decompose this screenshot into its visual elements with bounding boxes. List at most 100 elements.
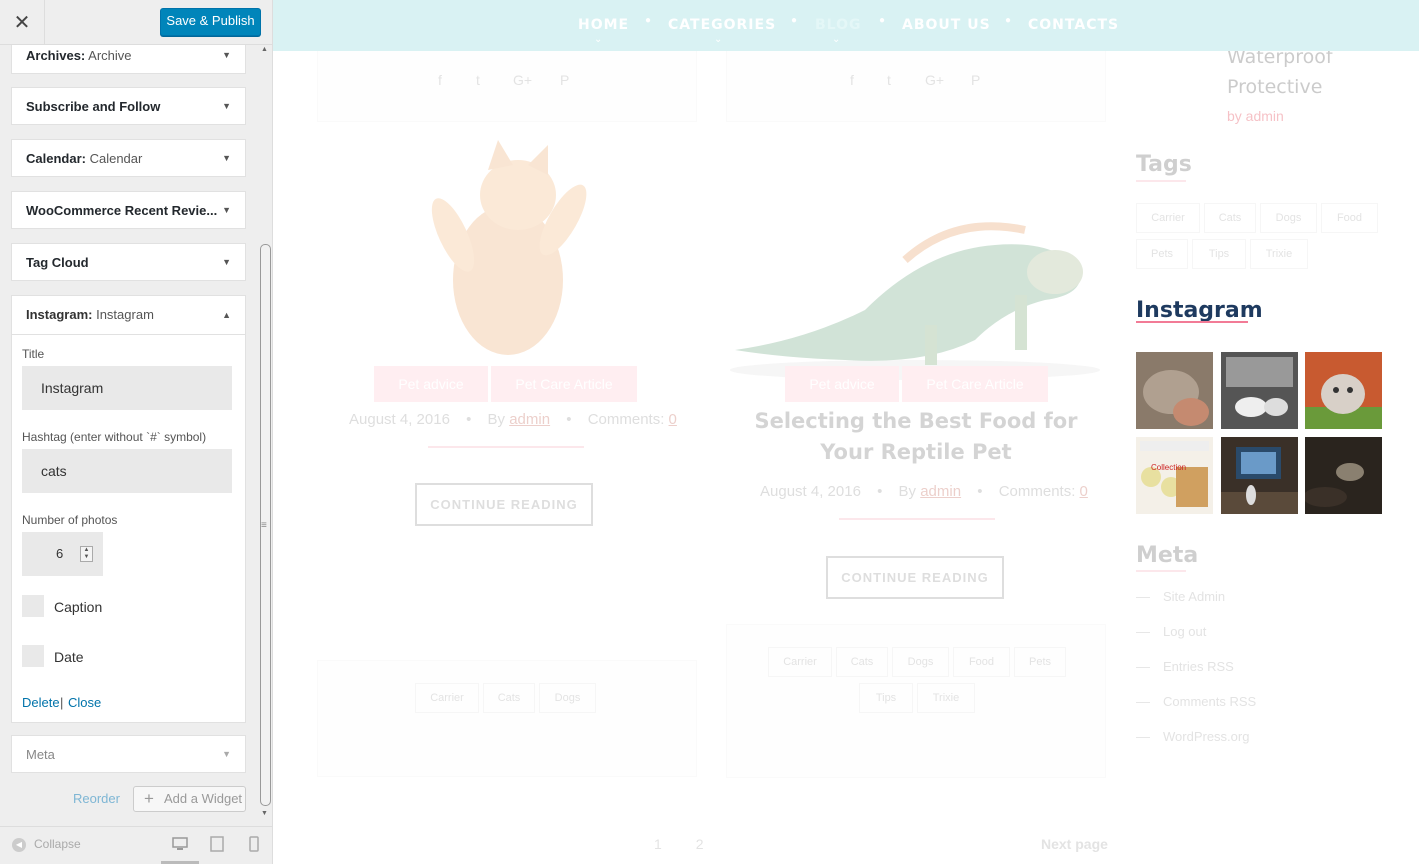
- caption-checkbox[interactable]: [22, 595, 44, 617]
- widget-tag-cloud[interactable]: Tag Cloud ▼: [11, 243, 246, 281]
- meta-link-site-admin[interactable]: Site Admin: [1163, 589, 1225, 604]
- list-dash: [1136, 737, 1150, 738]
- tag-pill[interactable]: Cats: [483, 683, 535, 713]
- comments-label: Comments:: [587, 411, 665, 428]
- chevron-down-icon[interactable]: ▼: [222, 192, 231, 228]
- title-label: Title: [22, 347, 45, 361]
- tag-pill[interactable]: Food: [953, 647, 1010, 677]
- tag-pill[interactable]: Trixie: [1250, 239, 1308, 269]
- nav-separator-dot: ●: [645, 15, 652, 26]
- meta-link-log-out[interactable]: Log out: [1163, 624, 1206, 639]
- iguana-image[interactable]: [725, 200, 1105, 380]
- category-badge[interactable]: Pet Care Article: [491, 366, 637, 402]
- google-plus-icon[interactable]: G+: [925, 72, 944, 88]
- nav-blog[interactable]: BLOG: [815, 17, 862, 33]
- sidebar-scrollbar[interactable]: ▲ ▼: [258, 44, 272, 820]
- post-title[interactable]: Selecting the Best Food for Your Reptile…: [736, 406, 1096, 468]
- chevron-down-icon[interactable]: ▼: [222, 244, 231, 280]
- meta-link-entries-rss[interactable]: Entries RSS: [1163, 659, 1234, 674]
- continue-reading-button[interactable]: CONTINUE READING: [826, 556, 1004, 599]
- tag-pill[interactable]: Pets: [1136, 239, 1188, 269]
- tag-pill[interactable]: Carrier: [768, 647, 832, 677]
- chevron-down-icon[interactable]: ▼: [222, 88, 231, 124]
- comments-count-link[interactable]: 0: [1080, 483, 1088, 500]
- facebook-icon[interactable]: f: [438, 72, 442, 88]
- tag-pill[interactable]: Carrier: [1136, 203, 1200, 233]
- tag-pill[interactable]: Cats: [836, 647, 888, 677]
- number-spinner-icon[interactable]: ▲ ▼: [80, 546, 93, 562]
- save-publish-button[interactable]: Save & Publish: [160, 8, 261, 36]
- widget-calendar[interactable]: Calendar: Calendar ▼: [11, 139, 246, 177]
- collapse-button[interactable]: ◀ Collapse: [12, 837, 81, 852]
- tag-pill[interactable]: Trixie: [917, 683, 975, 713]
- add-widget-button[interactable]: + Add a Widget: [133, 786, 246, 812]
- kitten-image[interactable]: [413, 140, 603, 365]
- photos-number-input[interactable]: 6 ▲ ▼: [22, 532, 103, 576]
- widget-woocommerce-reviews[interactable]: WooCommerce Recent Revie... ▼: [11, 191, 246, 229]
- instagram-photo[interactable]: [1136, 352, 1213, 429]
- category-badge[interactable]: Pet advice: [374, 366, 488, 402]
- scroll-down-icon[interactable]: ▼: [261, 810, 268, 817]
- list-dash: [1136, 702, 1150, 703]
- instagram-photo[interactable]: [1221, 352, 1298, 429]
- chevron-down-icon[interactable]: ▼: [222, 140, 231, 176]
- tag-pill[interactable]: Tips: [1192, 239, 1246, 269]
- date-checkbox[interactable]: [22, 645, 44, 667]
- page-2-link[interactable]: 2: [696, 836, 704, 852]
- instagram-photo[interactable]: [1221, 437, 1298, 514]
- next-page-link[interactable]: Next page: [1041, 836, 1108, 852]
- tag-pill[interactable]: Cats: [1204, 203, 1256, 233]
- tag-pill[interactable]: Food: [1321, 203, 1378, 233]
- post-author-link[interactable]: admin: [920, 483, 961, 500]
- pinterest-icon[interactable]: P: [971, 72, 980, 88]
- twitter-icon[interactable]: t: [887, 72, 891, 88]
- widget-name: Meta: [26, 747, 55, 762]
- nav-contacts[interactable]: CONTACTS: [1028, 17, 1119, 33]
- widget-name: Instagram:: [26, 307, 93, 322]
- google-plus-icon[interactable]: G+: [513, 72, 532, 88]
- widget-instagram-header[interactable]: Instagram: Instagram ▲: [12, 296, 245, 335]
- widget-meta[interactable]: Meta ▼: [11, 735, 246, 773]
- mobile-preview-icon[interactable]: [245, 835, 263, 853]
- delete-link[interactable]: Delete: [22, 695, 60, 710]
- continue-reading-button[interactable]: CONTINUE READING: [415, 483, 593, 526]
- tag-pill[interactable]: Dogs: [1260, 203, 1317, 233]
- meta-link-comments-rss[interactable]: Comments RSS: [1163, 694, 1256, 709]
- desktop-preview-icon[interactable]: [171, 835, 189, 853]
- post-author-link[interactable]: admin: [509, 411, 550, 428]
- page-1-link[interactable]: 1: [654, 836, 662, 852]
- widget-subscribe-follow[interactable]: Subscribe and Follow ▼: [11, 87, 246, 125]
- pinterest-icon[interactable]: P: [560, 72, 569, 88]
- nav-home[interactable]: HOME: [578, 17, 629, 33]
- facebook-icon[interactable]: f: [850, 72, 854, 88]
- post-date: August 4, 2016: [760, 483, 861, 500]
- meta-dot: •: [977, 483, 983, 500]
- nav-about-us[interactable]: ABOUT US: [902, 17, 991, 33]
- close-icon[interactable]: ✕: [0, 0, 45, 44]
- close-link[interactable]: Close: [68, 695, 101, 710]
- twitter-icon[interactable]: t: [476, 72, 480, 88]
- chevron-down-icon[interactable]: ▼: [222, 736, 231, 773]
- chevron-up-icon[interactable]: ▲: [222, 296, 231, 334]
- scroll-up-icon[interactable]: ▲: [261, 46, 268, 53]
- category-badge[interactable]: Pet Care Article: [902, 366, 1048, 402]
- instagram-photo[interactable]: [1305, 437, 1382, 514]
- tablet-preview-icon[interactable]: [208, 835, 226, 853]
- title-input[interactable]: Instagram: [22, 366, 232, 410]
- instagram-photo[interactable]: Collection: [1136, 437, 1213, 514]
- tag-pill[interactable]: Dogs: [539, 683, 596, 713]
- tag-pill[interactable]: Dogs: [892, 647, 949, 677]
- post-meta: August 4, 2016 • By admin • Comments: 0: [349, 411, 677, 428]
- product-title[interactable]: Waterproof Protective: [1227, 42, 1387, 102]
- tag-pill[interactable]: Pets: [1014, 647, 1066, 677]
- tag-pill[interactable]: Tips: [859, 683, 913, 713]
- tag-pill[interactable]: Carrier: [415, 683, 479, 713]
- nav-categories[interactable]: CATEGORIES: [668, 17, 776, 33]
- reorder-link[interactable]: Reorder: [73, 791, 120, 806]
- comments-count-link[interactable]: 0: [669, 411, 677, 428]
- meta-link-wordpress-org[interactable]: WordPress.org: [1163, 729, 1249, 744]
- hashtag-input[interactable]: cats: [22, 449, 232, 493]
- resize-grip-icon[interactable]: ≡: [261, 520, 267, 531]
- instagram-photo[interactable]: [1305, 352, 1382, 429]
- category-badge[interactable]: Pet advice: [785, 366, 899, 402]
